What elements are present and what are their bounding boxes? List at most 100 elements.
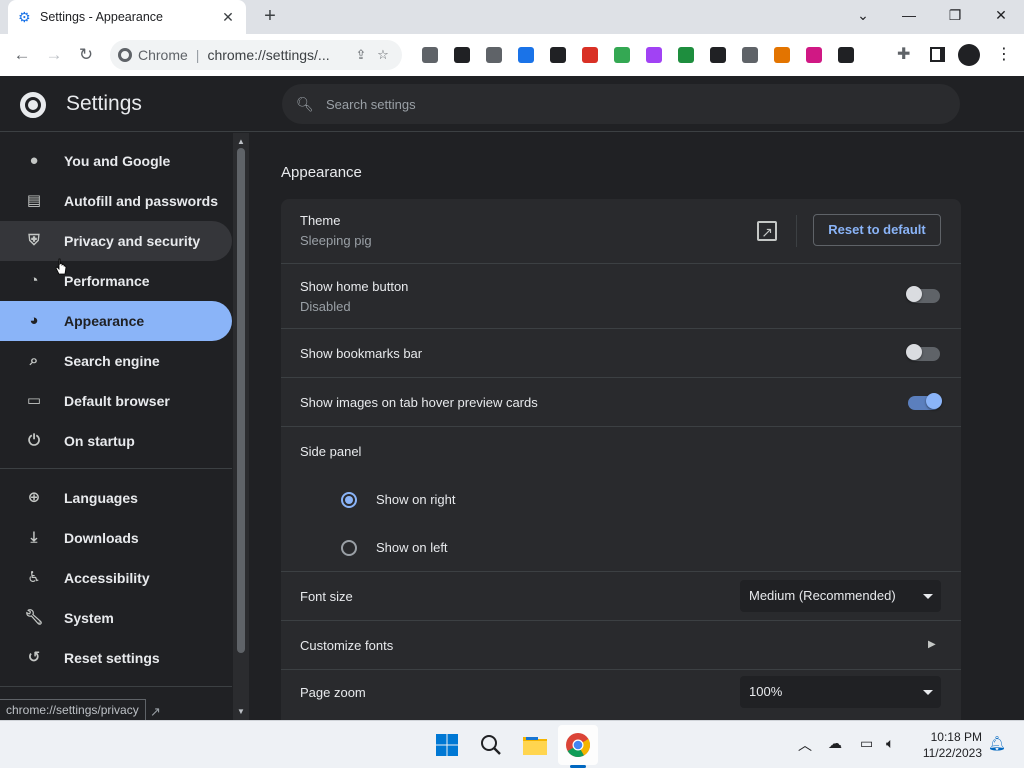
sidebar-item-label: On startup [64, 433, 135, 449]
tab-hover-row[interactable]: Show images on tab hover preview cards [281, 377, 961, 426]
url-text: chrome://settings/... [207, 47, 330, 63]
extension-icon[interactable] [734, 42, 766, 68]
sidebar-scrollbar[interactable]: ▲ ▼ [233, 133, 249, 720]
network-icon[interactable]: ▭ [860, 735, 873, 752]
section-title: Appearance [281, 164, 362, 181]
side-panel-label: Side panel [300, 444, 362, 459]
page-zoom-select[interactable]: 100% [740, 676, 941, 708]
extension-icon[interactable] [510, 42, 542, 68]
extension-icon[interactable] [638, 42, 670, 68]
radio-show-on-left[interactable] [341, 540, 357, 556]
extension-icon[interactable] [830, 42, 862, 68]
puzzle-icon[interactable]: ✚ [897, 44, 910, 64]
customize-fonts-row[interactable]: Customize fonts ▶ [281, 620, 961, 669]
sidebar-item-label: Reset settings [64, 650, 160, 666]
sidebar-item-label: Search engine [64, 353, 160, 369]
font-size-select[interactable]: Medium (Recommended) [740, 580, 941, 612]
sidebar-item-reset-settings[interactable]: ↺ Reset settings [0, 638, 232, 678]
close-window-button[interactable]: ✕ [978, 0, 1024, 30]
share-icon[interactable]: ⇪ [350, 47, 372, 63]
extension-icon[interactable] [446, 42, 478, 68]
restore-button[interactable]: ❐ [932, 0, 978, 30]
extension-icon[interactable] [606, 42, 638, 68]
minimize-button[interactable]: — [886, 0, 932, 30]
page-zoom-value: 100% [749, 684, 783, 699]
clock-date: 11/22/2023 [922, 746, 982, 760]
search-box[interactable]: 🔍︎ [282, 84, 960, 124]
home-button-label: Show home button [300, 279, 409, 294]
toggle-knob [906, 286, 922, 302]
new-tab-button[interactable]: + [258, 5, 282, 29]
sidebar-item-label: You and Google [64, 153, 171, 169]
tab-hover-toggle[interactable] [908, 393, 942, 410]
radio-label-right[interactable]: Show on right [376, 492, 456, 507]
reset-to-default-button[interactable]: Reset to default [813, 214, 941, 246]
bookmarks-bar-row[interactable]: Show bookmarks bar [281, 328, 961, 377]
extension-icon[interactable] [798, 42, 830, 68]
windows-start-icon[interactable] [433, 731, 461, 759]
extension-glyph-icon [710, 47, 726, 63]
scroll-up-arrow-icon[interactable]: ▲ [237, 137, 245, 146]
extension-icon[interactable] [542, 42, 574, 68]
extension-glyph-icon [646, 47, 662, 63]
radio-show-on-right[interactable] [341, 492, 357, 508]
extension-glyph-icon [614, 47, 630, 63]
search-icon[interactable] [477, 731, 505, 759]
shield-icon: ⛨ [28, 232, 40, 249]
font-size-label: Font size [300, 589, 353, 604]
reload-icon[interactable]: ↻ [70, 39, 102, 71]
back-icon[interactable]: ← [6, 39, 38, 71]
tab-settings[interactable]: ⚙ Settings - Appearance ✕ [8, 0, 246, 34]
page-title: Settings [66, 92, 142, 115]
file-explorer-icon[interactable] [521, 731, 549, 759]
extension-icon[interactable] [414, 42, 446, 68]
browser-toolbar: ← → ↻ Chrome | chrome://settings/... ⇪ ☆… [0, 34, 1024, 76]
sidebar-item-accessibility[interactable]: ♿︎ Accessibility [0, 558, 232, 598]
sidebar-item-performance[interactable]: ◔ Performance [0, 261, 232, 301]
home-button-value: Disabled [300, 299, 351, 314]
scrollbar-thumb[interactable] [237, 148, 245, 653]
sidebar-item-appearance[interactable]: ◕ Appearance [0, 301, 232, 341]
sidebar-item-languages[interactable]: ⊕ Languages [0, 478, 232, 518]
extension-icon[interactable] [766, 42, 798, 68]
extension-icon[interactable] [478, 42, 510, 68]
radio-label-left[interactable]: Show on left [376, 540, 448, 555]
volume-muted-icon[interactable]: 🔈︎ [886, 735, 894, 752]
home-button-toggle[interactable] [906, 286, 940, 303]
person-icon: ● [29, 152, 39, 169]
search-input[interactable] [326, 96, 886, 112]
chevron-up-icon[interactable]: ︿ [798, 735, 812, 755]
bookmark-star-icon[interactable]: ☆ [372, 47, 394, 63]
sidebar-item-you-and-google[interactable]: ● You and Google [0, 141, 232, 181]
font-size-value: Medium (Recommended) [749, 588, 896, 603]
notification-bell-icon[interactable]: 🔔︎ [988, 735, 1006, 752]
extension-icon[interactable] [670, 42, 702, 68]
clipboard-icon: ▤ [26, 192, 42, 209]
taskbar-clock[interactable]: 10:18 PM 11/22/2023 [912, 729, 982, 761]
mouse-cursor-icon [55, 258, 67, 275]
sidebar-item-system[interactable]: 🔧︎ System [0, 598, 232, 638]
home-button-row[interactable]: Show home button Disabled [281, 263, 961, 328]
cloud-offline-icon[interactable]: ☁ [828, 735, 842, 752]
tab-strip: ⚙ Settings - Appearance ✕ + ⌄ — ❐ ✕ [0, 0, 1024, 34]
sidebar-item-search-engine[interactable]: ⌕ Search engine [0, 341, 232, 381]
scroll-down-arrow-icon[interactable]: ▼ [237, 707, 245, 716]
chrome-taskbar-icon[interactable] [564, 731, 592, 759]
close-tab-icon[interactable]: ✕ [220, 9, 236, 26]
extension-icon[interactable] [702, 42, 734, 68]
sidebar-item-on-startup[interactable]: ⏻ On startup [0, 421, 232, 461]
open-in-new-icon[interactable]: ↗ [757, 221, 777, 241]
bookmarks-bar-toggle[interactable] [906, 344, 940, 361]
tab-search-button[interactable]: ⌄ [840, 0, 886, 30]
extension-icon[interactable] [574, 42, 606, 68]
sidebar-item-downloads[interactable]: ⤓ Downloads [0, 518, 232, 558]
profile-avatar[interactable] [958, 44, 980, 66]
menu-icon[interactable]: ⋮ [996, 44, 1012, 64]
side-panel-button[interactable] [930, 47, 945, 62]
sidebar-item-autofill[interactable]: ▤ Autofill and passwords [0, 181, 232, 221]
sidebar-item-default-browser[interactable]: ▭ Default browser [0, 381, 232, 421]
theme-label: Theme [300, 213, 341, 228]
forward-icon[interactable]: → [38, 39, 70, 71]
sidebar-item-privacy[interactable]: ⛨ Privacy and security [0, 221, 232, 261]
address-bar[interactable]: Chrome | chrome://settings/... ⇪ ☆ [110, 40, 402, 70]
